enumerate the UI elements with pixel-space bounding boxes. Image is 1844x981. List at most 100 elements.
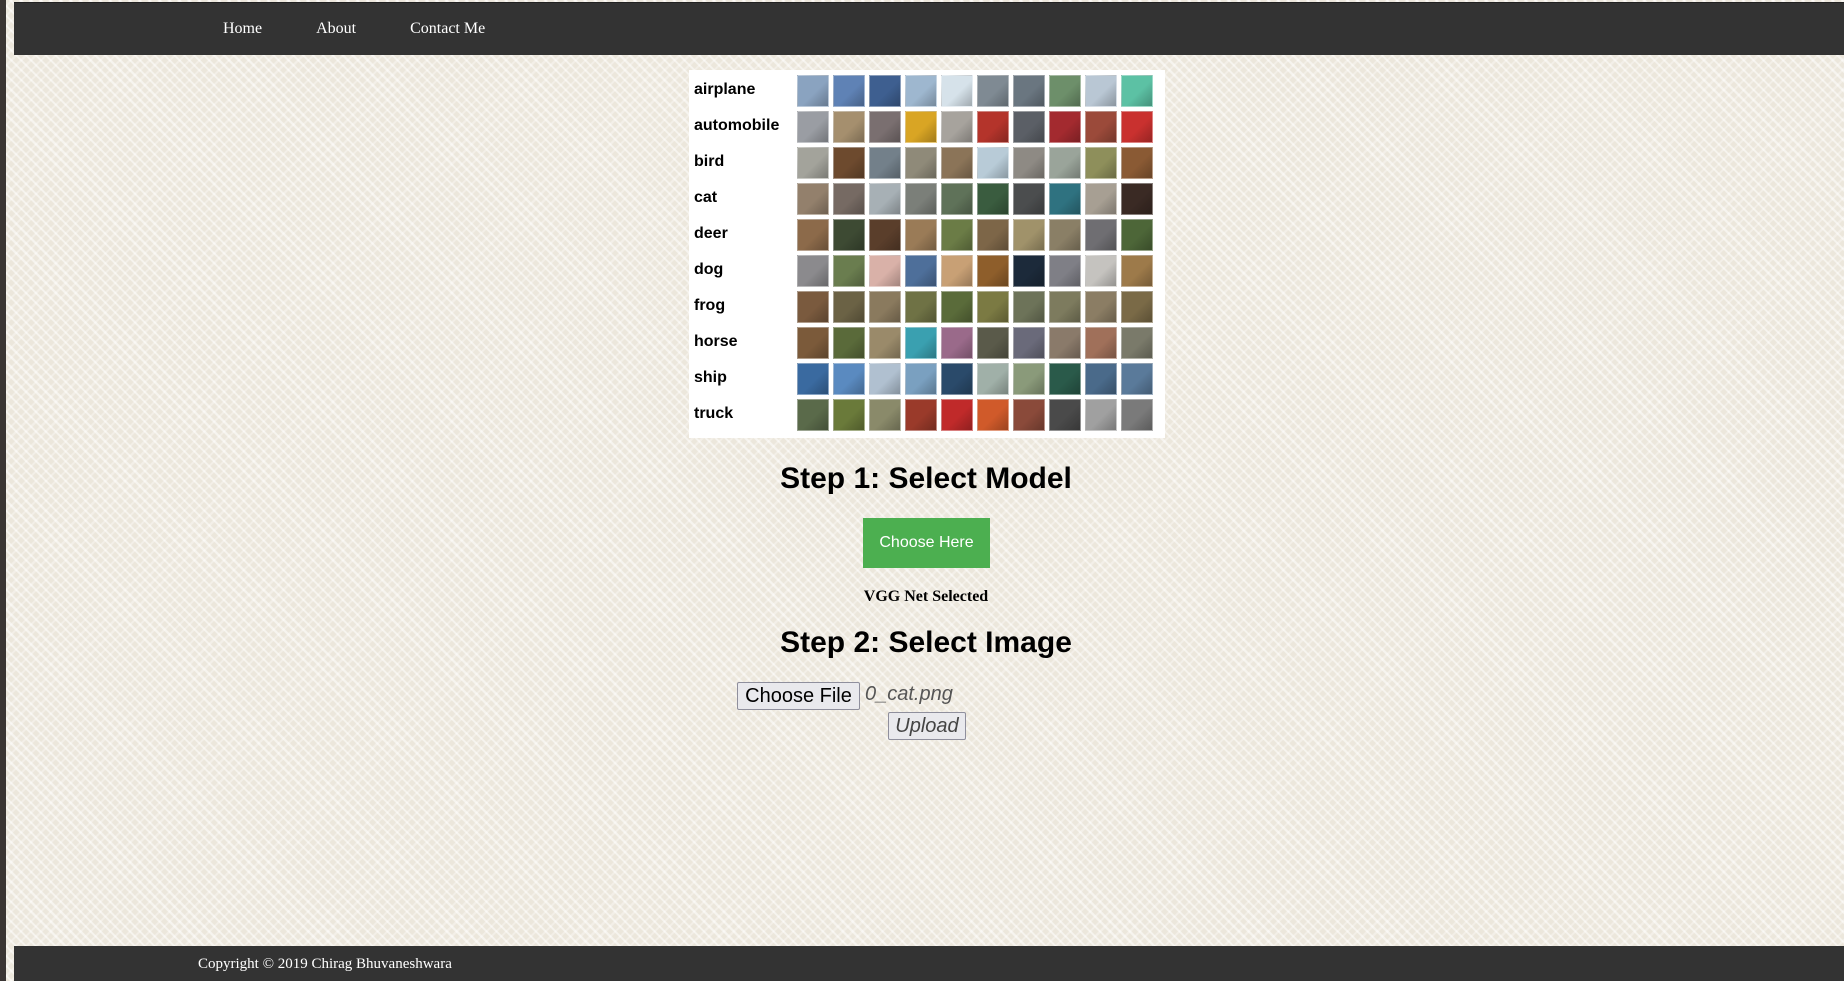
sample-thumbnail — [1049, 183, 1081, 215]
sample-thumbnail — [977, 147, 1009, 179]
sample-thumbnail — [977, 291, 1009, 323]
sample-thumbnail — [833, 183, 865, 215]
sample-thumbnail — [941, 363, 973, 395]
sample-thumbnail — [797, 399, 829, 431]
grid-row-cat: cat — [689, 180, 1165, 216]
class-label: bird — [694, 153, 725, 170]
sample-thumbnail — [1085, 363, 1117, 395]
sample-thumbnail — [1013, 111, 1045, 143]
grid-row-frog: frog — [689, 288, 1165, 324]
sample-thumbnail — [869, 255, 901, 287]
class-label: automobile — [694, 117, 780, 134]
sample-thumbnail — [869, 147, 901, 179]
grid-row-airplane: airplane — [689, 72, 1165, 108]
sample-thumbnail — [905, 183, 937, 215]
sample-thumbnail — [833, 219, 865, 251]
sample-thumbnail — [797, 75, 829, 107]
sample-thumbnail — [941, 147, 973, 179]
sample-thumbnail — [905, 327, 937, 359]
sample-thumbnail — [905, 291, 937, 323]
sample-thumbnail — [1121, 291, 1153, 323]
sample-thumbnail — [1085, 111, 1117, 143]
sample-thumbnail — [905, 111, 937, 143]
grid-row-horse: horse — [689, 324, 1165, 360]
copyright-text: Copyright © 2019 Chirag Bhuvaneshwara — [198, 956, 452, 972]
sample-thumbnail — [833, 75, 865, 107]
sample-thumbnail — [1013, 291, 1045, 323]
sample-thumbnail — [1085, 399, 1117, 431]
sample-thumbnail — [1049, 327, 1081, 359]
sample-thumbnail — [1121, 147, 1153, 179]
sample-thumbnail — [833, 111, 865, 143]
sample-thumbnail — [1013, 327, 1045, 359]
sample-thumbnail — [977, 363, 1009, 395]
grid-row-dog: dog — [689, 252, 1165, 288]
sample-thumbnail — [977, 219, 1009, 251]
sample-thumbnail — [977, 75, 1009, 107]
nav-about-link[interactable]: About — [316, 20, 356, 38]
sample-thumbnail — [941, 75, 973, 107]
sample-thumbnail — [1049, 147, 1081, 179]
sample-thumbnail — [941, 399, 973, 431]
sample-thumbnail — [905, 147, 937, 179]
sample-thumbnail — [797, 363, 829, 395]
grid-row-ship: ship — [689, 360, 1165, 396]
sample-thumbnail — [941, 255, 973, 287]
sample-thumbnail — [869, 291, 901, 323]
sample-thumbnail — [1013, 219, 1045, 251]
sample-thumbnail — [797, 219, 829, 251]
sample-thumbnail — [977, 327, 1009, 359]
sample-thumbnail — [797, 183, 829, 215]
sample-thumbnail — [797, 327, 829, 359]
cifar10-sample-grid: airplane automobile bird cat deer dog frog hors… — [689, 70, 1165, 438]
sample-thumbnail — [869, 111, 901, 143]
sample-thumbnail — [833, 255, 865, 287]
nav-menu: Home About Contact Me — [223, 3, 539, 55]
sample-thumbnail — [1085, 75, 1117, 107]
sample-thumbnail — [1013, 399, 1045, 431]
choose-file-button[interactable]: Choose File — [737, 682, 860, 710]
grid-row-truck: truck — [689, 396, 1165, 432]
sample-thumbnail — [869, 399, 901, 431]
sample-thumbnail — [833, 399, 865, 431]
sample-thumbnail — [1121, 75, 1153, 107]
sample-thumbnail — [833, 327, 865, 359]
sample-thumbnail — [1085, 291, 1117, 323]
sample-thumbnail — [977, 183, 1009, 215]
sample-thumbnail — [833, 363, 865, 395]
sample-thumbnail — [869, 327, 901, 359]
sample-thumbnail — [1121, 219, 1153, 251]
grid-row-bird: bird — [689, 144, 1165, 180]
sample-thumbnail — [1085, 327, 1117, 359]
sample-thumbnail — [1049, 255, 1081, 287]
selected-file-name: 0_cat.png — [865, 683, 953, 705]
sample-thumbnail — [797, 255, 829, 287]
footer: Copyright © 2019 Chirag Bhuvaneshwara — [14, 946, 1844, 981]
sample-thumbnail — [1049, 111, 1081, 143]
nav-contact-link[interactable]: Contact Me — [410, 20, 485, 38]
class-label: horse — [694, 333, 738, 350]
sample-thumbnail — [797, 147, 829, 179]
sample-thumbnail — [1085, 183, 1117, 215]
sample-thumbnail — [1121, 111, 1153, 143]
grid-row-automobile: automobile — [689, 108, 1165, 144]
sample-thumbnail — [1013, 75, 1045, 107]
sample-thumbnail — [1049, 363, 1081, 395]
sample-thumbnail — [869, 75, 901, 107]
sample-thumbnail — [869, 219, 901, 251]
sample-thumbnail — [941, 219, 973, 251]
sample-thumbnail — [833, 147, 865, 179]
sample-thumbnail — [977, 111, 1009, 143]
choose-model-button[interactable]: Choose Here — [863, 518, 990, 568]
nav-home-link[interactable]: Home — [223, 20, 262, 38]
sample-thumbnail — [1085, 147, 1117, 179]
sample-thumbnail — [905, 75, 937, 107]
model-selected-status: VGG Net Selected — [863, 588, 989, 605]
sample-thumbnail — [977, 255, 1009, 287]
sample-thumbnail — [797, 111, 829, 143]
class-label: truck — [694, 405, 734, 422]
upload-button[interactable]: Upload — [888, 712, 966, 740]
step2-heading: Step 2: Select Image — [780, 626, 1072, 659]
sample-thumbnail — [905, 363, 937, 395]
sample-thumbnail — [869, 183, 901, 215]
